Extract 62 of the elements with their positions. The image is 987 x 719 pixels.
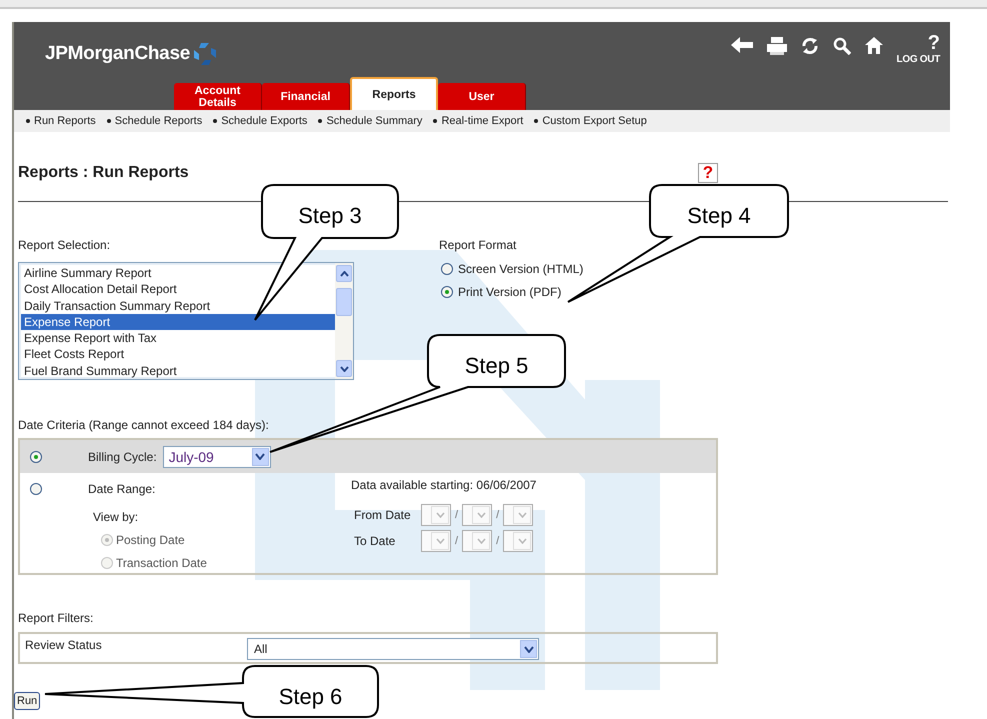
radio-label: Print Version (PDF) <box>458 285 562 299</box>
sub-nav-link[interactable]: Run Reports <box>26 115 96 127</box>
field-label: Date Range: <box>88 482 156 496</box>
scroll-down-icon[interactable] <box>340 366 348 372</box>
nav-tab[interactable]: Financial <box>262 83 350 110</box>
report-list-item[interactable]: Expense Report <box>21 314 335 330</box>
brand-logo-text: JPMorganChase <box>45 43 190 65</box>
field-label: Review Status <box>25 638 103 652</box>
nav-tab[interactable]: Account Details <box>174 83 262 110</box>
report-list-item[interactable]: Expense Report with Tax <box>21 330 335 346</box>
availability-note: Data available starting: 06/06/2007 <box>351 478 536 492</box>
report-list-item[interactable]: Daily Transaction Summary Report <box>21 298 335 314</box>
field-label: To Date <box>354 534 396 548</box>
printer-icon[interactable] <box>766 36 787 54</box>
refresh-icon[interactable] <box>800 36 819 54</box>
page-title: Reports : Run Reports <box>18 164 189 182</box>
back-arrow-icon[interactable] <box>730 36 753 52</box>
log-out-link[interactable]: LOG OUT <box>896 54 940 64</box>
report-list-item[interactable]: Airline Summary Report <box>21 265 335 282</box>
nav-tab[interactable]: Reports <box>350 77 438 110</box>
date-separator: / <box>496 535 500 547</box>
radio-label: Posting Date <box>116 533 185 547</box>
field-label: From Date <box>354 508 412 522</box>
section-label: Date Criteria (Range cannot exceed 184 days): <box>18 418 270 432</box>
scrollbar[interactable] <box>335 263 353 379</box>
sub-nav-link[interactable]: Schedule Exports <box>213 115 308 127</box>
field-label: Report Format <box>439 238 518 252</box>
help-button[interactable]: ? <box>698 163 718 183</box>
help-link[interactable]: ? <box>928 32 940 54</box>
date-separator: / <box>496 509 500 521</box>
field-label: Billing Cycle: <box>88 450 157 464</box>
sub-nav-link[interactable]: Custom Export Setup <box>534 115 647 127</box>
run-button[interactable]: Run <box>14 692 40 710</box>
section-label: Report Filters: <box>18 611 94 625</box>
radio-label: Transaction Date <box>116 556 207 570</box>
report-list-item[interactable]: Fleet Costs Report <box>21 346 335 363</box>
scroll-up-icon[interactable] <box>340 270 348 276</box>
radio-label: Screen Version (HTML) <box>458 262 584 276</box>
search-icon[interactable] <box>832 36 851 54</box>
date-separator: / <box>455 509 458 521</box>
sub-nav-link[interactable]: Schedule Reports <box>106 115 202 127</box>
sub-nav-link[interactable]: Schedule Summary <box>318 115 422 127</box>
field-label: Report Selection: <box>18 238 112 252</box>
scroll-thumb[interactable] <box>336 288 352 316</box>
callout-text: Step 6 <box>278 684 342 709</box>
report-list-item[interactable]: Cost Allocation Detail Report <box>21 281 335 298</box>
sub-nav-link[interactable]: Real-time Export <box>433 115 524 127</box>
callout-text: Step 3 <box>298 203 362 228</box>
report-list-box[interactable]: Airline Summary Report Cost Allocation Detail Report Daily Transaction Summary Report Expense Report Expense Report with Tax Fleet Costs Report Fuel Brand Summary Report <box>18 262 354 380</box>
caret-icon[interactable] <box>255 453 266 460</box>
octagon-logo-icon <box>192 42 217 66</box>
caret-icon[interactable] <box>524 646 534 652</box>
callout-text: Step 4 <box>687 203 751 228</box>
home-icon[interactable] <box>864 36 883 54</box>
radio-button[interactable] <box>30 450 42 462</box>
report-list-item[interactable]: Fuel Brand Summary Report <box>21 362 335 380</box>
review-status-dropdown[interactable]: All <box>247 638 539 660</box>
nav-tab[interactable]: User <box>438 83 526 110</box>
callout-text: Step 5 <box>464 353 528 378</box>
date-separator: / <box>455 535 458 547</box>
field-label: View by: <box>93 510 140 524</box>
billing-cycle-dropdown[interactable]: July-09 <box>162 446 271 468</box>
